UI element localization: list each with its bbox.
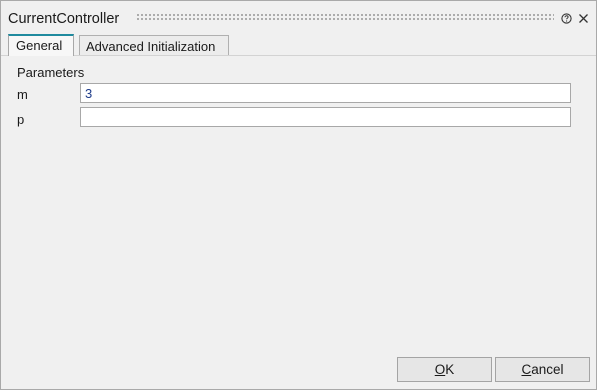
- close-icon[interactable]: [578, 13, 589, 24]
- cancel-button[interactable]: Cancel: [495, 357, 590, 382]
- title-bar[interactable]: CurrentController: [1, 1, 596, 35]
- param-input-m[interactable]: [80, 83, 571, 103]
- tab-label: Advanced Initialization: [86, 39, 216, 54]
- dialog-title: CurrentController: [8, 11, 120, 27]
- param-label-p: p: [17, 112, 25, 127]
- tab-strip: Advanced Initialization General: [1, 34, 596, 56]
- ok-label-rest: K: [445, 362, 455, 377]
- drag-grip[interactable]: [136, 13, 554, 22]
- ok-mnemonic: O: [434, 362, 446, 377]
- section-title: Parameters: [17, 65, 85, 80]
- component-parameters-dialog: CurrentController Advanced Initializatio…: [0, 0, 597, 390]
- param-label-m: m: [17, 87, 28, 102]
- help-icon[interactable]: [561, 13, 572, 24]
- tab-general[interactable]: General: [8, 34, 74, 56]
- tab-content-general: Parameters m p: [1, 56, 596, 343]
- cancel-label-rest: ancel: [531, 362, 564, 377]
- tab-label: General: [16, 38, 63, 53]
- param-input-p[interactable]: [80, 107, 571, 127]
- ok-button[interactable]: OK: [397, 357, 492, 382]
- cancel-mnemonic: C: [521, 362, 532, 377]
- tab-advanced-initialization[interactable]: Advanced Initialization: [79, 35, 229, 55]
